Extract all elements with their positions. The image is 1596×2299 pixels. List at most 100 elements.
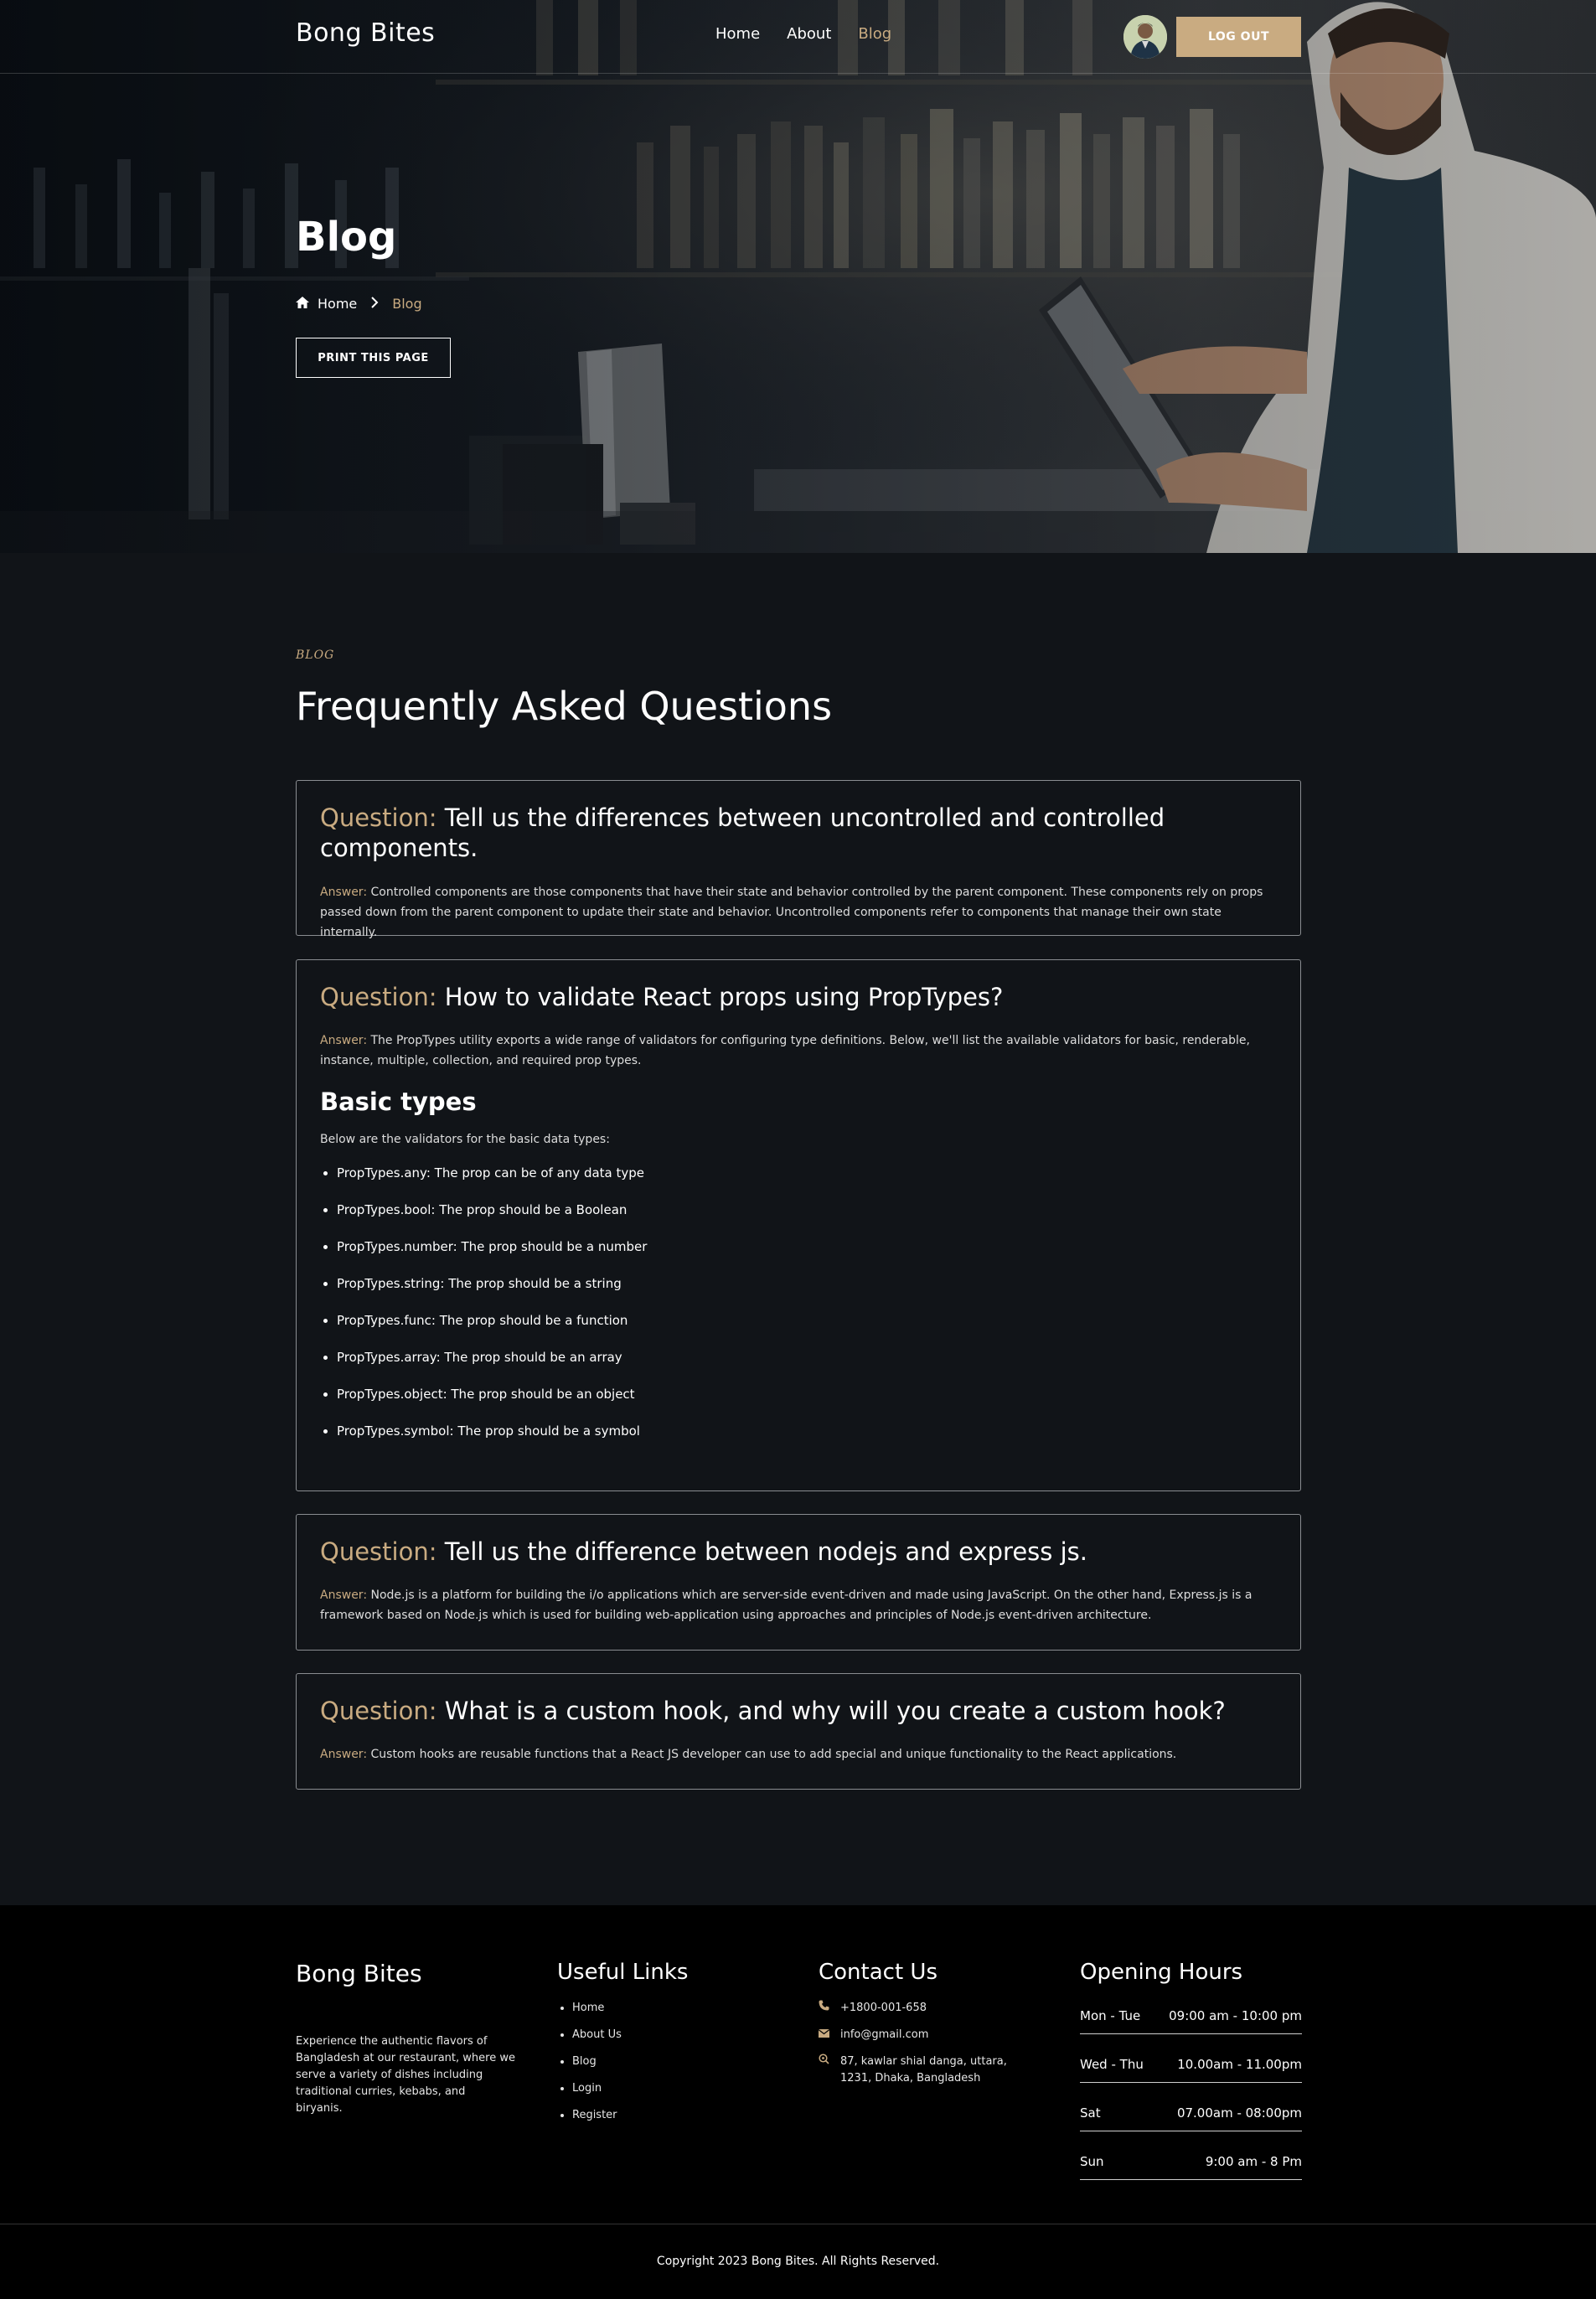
breadcrumb: Home Blog <box>296 295 422 313</box>
page-title: Blog <box>296 214 397 261</box>
footer-useful-links: Useful Links Home About Us Blog Login Re… <box>557 1960 688 2134</box>
answer-label: Answer: <box>320 1034 368 1048</box>
contact-address-text: 87, kawlar shial danga, uttara, 1231, Dh… <box>840 2055 1007 2085</box>
faq-question: Question: Tell us the difference between… <box>320 1537 1277 1567</box>
question-text: What is a custom hook, and why will you … <box>444 1697 1226 1725</box>
nav-link-blog[interactable]: Blog <box>858 25 891 43</box>
hours-row: Mon - Tue 09:00 am - 10:00 pm <box>1080 2000 1302 2034</box>
hours-time: 09:00 am - 10:00 pm <box>1169 2008 1302 2023</box>
hours-day: Sun <box>1080 2154 1104 2169</box>
nav-link-about[interactable]: About <box>787 25 831 43</box>
answer-text: Custom hooks are reusable functions that… <box>370 1748 1177 1762</box>
breadcrumb-home[interactable]: Home <box>318 296 357 312</box>
faq-answer: Answer: Controlled components are those … <box>320 882 1277 943</box>
hours-list: Mon - Tue 09:00 am - 10:00 pm Wed - Thu … <box>1080 2000 1302 2180</box>
answer-label: Answer: <box>320 1748 368 1762</box>
location-icon <box>819 2054 830 2087</box>
answer-label: Answer: <box>320 885 368 899</box>
hours-time: 07.00am - 08:00pm <box>1176 2105 1302 2121</box>
hours-time: 10.00am - 11.00pm <box>1177 2057 1302 2072</box>
faq-question: Question: What is a custom hook, and why… <box>320 1696 1277 1726</box>
question-label: Question: <box>320 803 437 832</box>
phone-icon <box>819 2000 830 2017</box>
proptypes-list: PropTypes.any: The prop can be of any da… <box>320 1165 1277 1439</box>
footer-about-text: Experience the authentic flavors of Bang… <box>296 2035 515 2115</box>
list-item: PropTypes.any: The prop can be of any da… <box>337 1165 1277 1181</box>
site-footer: Bong Bites Experience the authentic flav… <box>0 1905 1596 2299</box>
faq-card: Question: Tell us the difference between… <box>296 1514 1301 1651</box>
faq-card: Question: How to validate React props us… <box>296 959 1301 1491</box>
mail-icon <box>818 2027 830 2043</box>
breadcrumb-current: Blog <box>392 296 422 312</box>
hours-day: Sat <box>1080 2105 1101 2121</box>
faq-card: Question: Tell us the differences betwee… <box>296 780 1301 939</box>
faq-card: Question: What is a custom hook, and why… <box>296 1673 1301 1790</box>
hours-row: Sun 9:00 am - 8 Pm <box>1080 2146 1302 2180</box>
avatar-image <box>1123 15 1167 59</box>
contact-phone-text: +1800-001-658 <box>840 2002 927 2014</box>
footer-about: Bong Bites Experience the authentic flav… <box>296 1960 515 2117</box>
contact-email: info@gmail.com <box>818 2027 1037 2043</box>
footer-link-blog[interactable]: Blog <box>572 2054 688 2070</box>
footer-contact: Contact Us +1800-001-658 info@gmail.com <box>818 1960 1037 2097</box>
nav-links: Home About Blog <box>715 25 891 43</box>
list-item: PropTypes.bool: The prop should be a Boo… <box>337 1201 1277 1218</box>
footer-link-login[interactable]: Login <box>572 2080 688 2097</box>
hero-overlay <box>0 0 1596 553</box>
footer-links-list: Home About Us Blog Login Register <box>557 2000 688 2124</box>
question-text: Tell us the differences between uncontro… <box>320 803 1165 863</box>
footer-link-home[interactable]: Home <box>572 2000 688 2017</box>
chevron-right-icon <box>370 295 379 313</box>
section-eyebrow: BLOG <box>296 648 335 662</box>
faq-question: Question: Tell us the differences betwee… <box>320 803 1277 864</box>
logout-button[interactable]: LOG OUT <box>1176 17 1301 57</box>
list-item: PropTypes.symbol: The prop should be a s… <box>337 1423 1277 1439</box>
faq-answer: Answer: Custom hooks are reusable functi… <box>320 1744 1277 1764</box>
list-item: PropTypes.func: The prop should be a fun… <box>337 1312 1277 1329</box>
question-label: Question: <box>320 1697 437 1725</box>
footer-links-title: Useful Links <box>557 1960 689 1985</box>
copyright-bar: Copyright 2023 Bong Bites. All Rights Re… <box>0 2224 1596 2299</box>
faq-subheading: Basic types <box>320 1088 477 1117</box>
footer-link-about[interactable]: About Us <box>572 2027 688 2043</box>
question-text: How to validate React props using PropTy… <box>444 983 1004 1011</box>
list-item: PropTypes.object: The prop should be an … <box>337 1386 1277 1403</box>
site-brand[interactable]: Bong Bites <box>296 18 435 48</box>
footer-hours: Opening Hours Mon - Tue 09:00 am - 10:00… <box>1080 1960 1302 2194</box>
nav-link-home[interactable]: Home <box>715 25 760 43</box>
user-avatar[interactable] <box>1123 15 1167 59</box>
footer-hours-title: Opening Hours <box>1080 1960 1243 1985</box>
contact-email-text: info@gmail.com <box>840 2028 929 2041</box>
contact-address: 87, kawlar shial danga, uttara, 1231, Dh… <box>819 2054 1037 2087</box>
top-navbar: Bong Bites Home About Blog LOG OUT <box>0 0 1596 74</box>
list-item: PropTypes.number: The prop should be a n… <box>337 1238 1277 1255</box>
question-text: Tell us the difference between nodejs an… <box>444 1537 1087 1566</box>
question-label: Question: <box>320 983 437 1011</box>
faq-subintro: Below are the validators for the basic d… <box>320 1133 610 1147</box>
copyright-text: Copyright 2023 Bong Bites. All Rights Re… <box>656 2255 940 2268</box>
hours-time: 9:00 am - 8 Pm <box>1205 2154 1302 2169</box>
list-item: PropTypes.string: The prop should be a s… <box>337 1275 1277 1292</box>
hero-banner: Bong Bites Home About Blog LOG OUT Blog <box>0 0 1596 553</box>
home-icon <box>296 296 309 312</box>
contact-phone: +1800-001-658 <box>819 2000 1037 2017</box>
footer-link-register[interactable]: Register <box>572 2107 688 2124</box>
footer-contact-title: Contact Us <box>819 1960 937 1985</box>
answer-text: Controlled components are those componen… <box>320 885 1263 939</box>
faq-answer: Answer: The PropTypes utility exports a … <box>320 1031 1277 1071</box>
faq-question: Question: How to validate React props us… <box>320 982 1277 1012</box>
answer-text: The PropTypes utility exports a wide ran… <box>320 1034 1250 1068</box>
answer-label: Answer: <box>320 1589 368 1603</box>
faq-section: BLOG Frequently Asked Questions Question… <box>0 553 1596 1905</box>
footer-contact-list: +1800-001-658 info@gmail.com 87, kawlar … <box>818 2000 1037 2087</box>
answer-text: Node.js is a platform for building the i… <box>320 1589 1253 1623</box>
print-page-button[interactable]: PRINT THIS PAGE <box>296 338 451 378</box>
footer-brand: Bong Bites <box>296 1960 422 1987</box>
question-label: Question: <box>320 1537 437 1566</box>
hours-day: Mon - Tue <box>1080 2008 1141 2023</box>
faq-answer: Answer: Node.js is a platform for buildi… <box>320 1585 1277 1625</box>
hours-day: Wed - Thu <box>1080 2057 1144 2072</box>
hours-row: Sat 07.00am - 08:00pm <box>1080 2097 1302 2131</box>
list-item: PropTypes.array: The prop should be an a… <box>337 1349 1277 1366</box>
section-title: Frequently Asked Questions <box>296 684 833 729</box>
